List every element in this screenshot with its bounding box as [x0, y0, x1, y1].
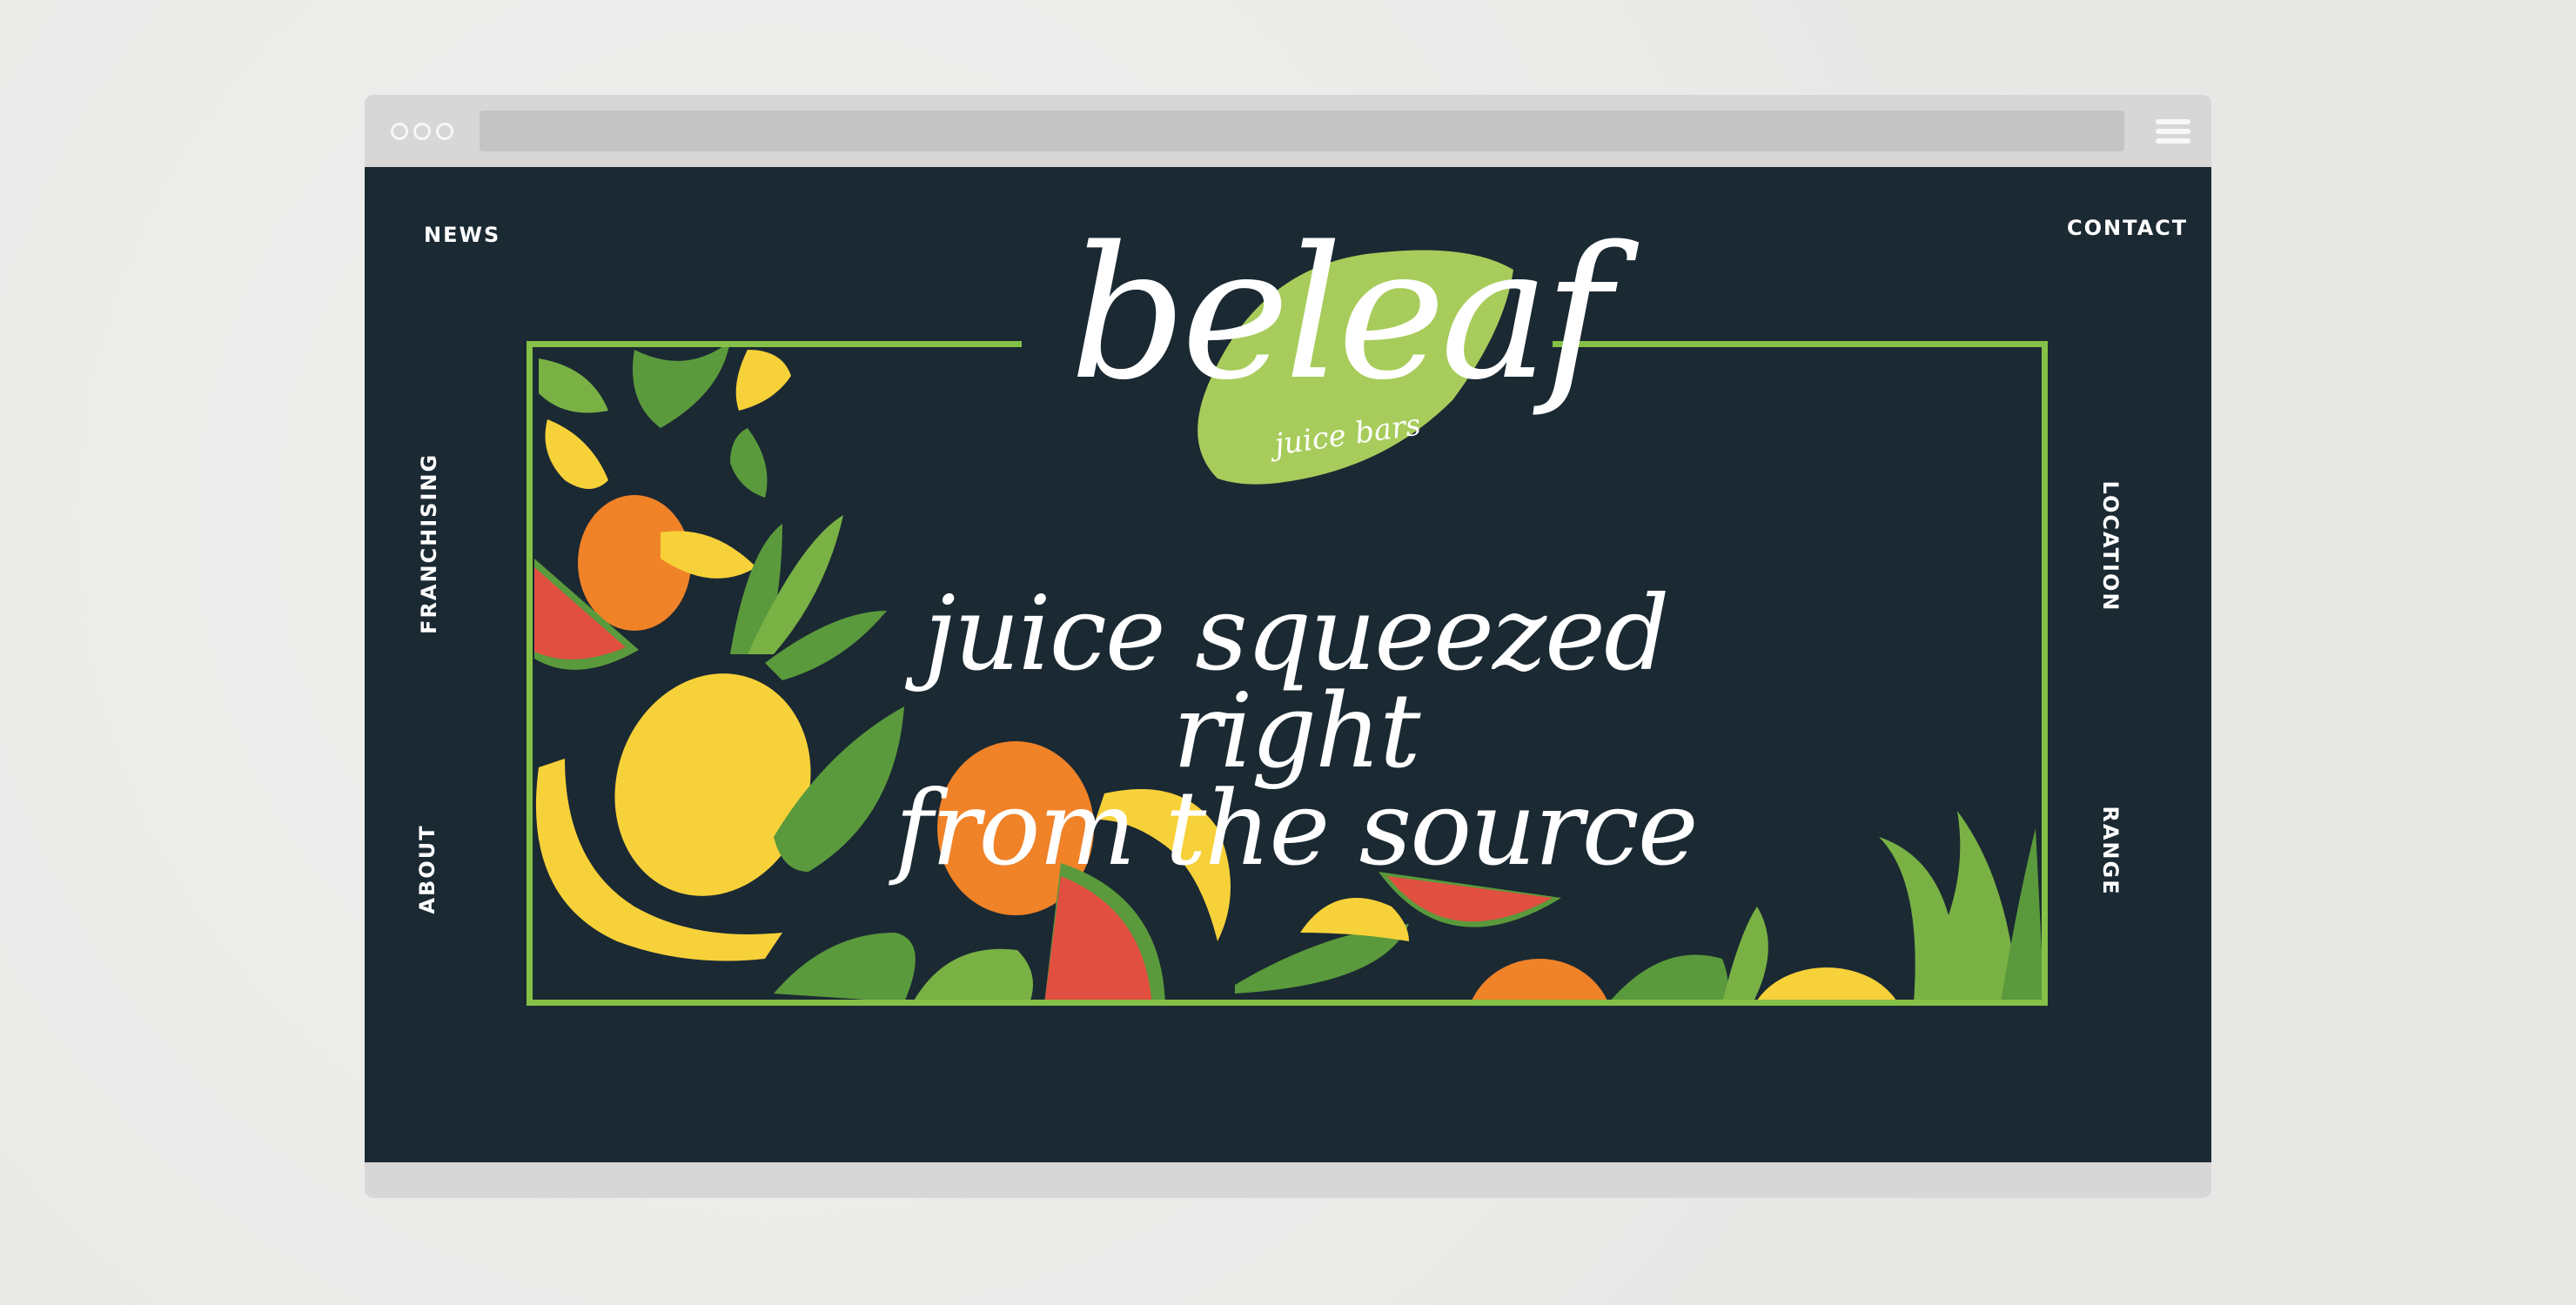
browser-toolbar [365, 95, 2211, 167]
window-dot-icon[interactable] [436, 123, 453, 140]
hero-headline-line1: juice squeezed right [923, 573, 1669, 791]
nav-range[interactable]: RANGE [2098, 799, 2123, 903]
page-viewport: beleaf juice bars juice squeezed right f… [365, 167, 2211, 1162]
brand-logo[interactable]: beleaf juice bars [1052, 223, 1612, 487]
logo-wordmark: beleaf [1070, 207, 1612, 420]
hero-headline-line2: from the source [895, 768, 1698, 888]
nav-location[interactable]: LOCATION [2098, 477, 2123, 616]
nav-contact[interactable]: CONTACT [2067, 216, 2188, 240]
hero-headline: juice squeezed right from the source [826, 573, 1766, 888]
window-dot-icon[interactable] [391, 123, 408, 140]
browser-window: beleaf juice bars juice squeezed right f… [365, 95, 2211, 1198]
nav-about[interactable]: ABOUT [415, 800, 439, 939]
window-dot-icon[interactable] [413, 123, 431, 140]
nav-news[interactable]: NEWS [424, 223, 500, 247]
nav-franchising[interactable]: FRANCHISING [417, 453, 441, 634]
hamburger-menu-icon[interactable] [2156, 119, 2190, 145]
address-bar[interactable] [480, 110, 2124, 151]
